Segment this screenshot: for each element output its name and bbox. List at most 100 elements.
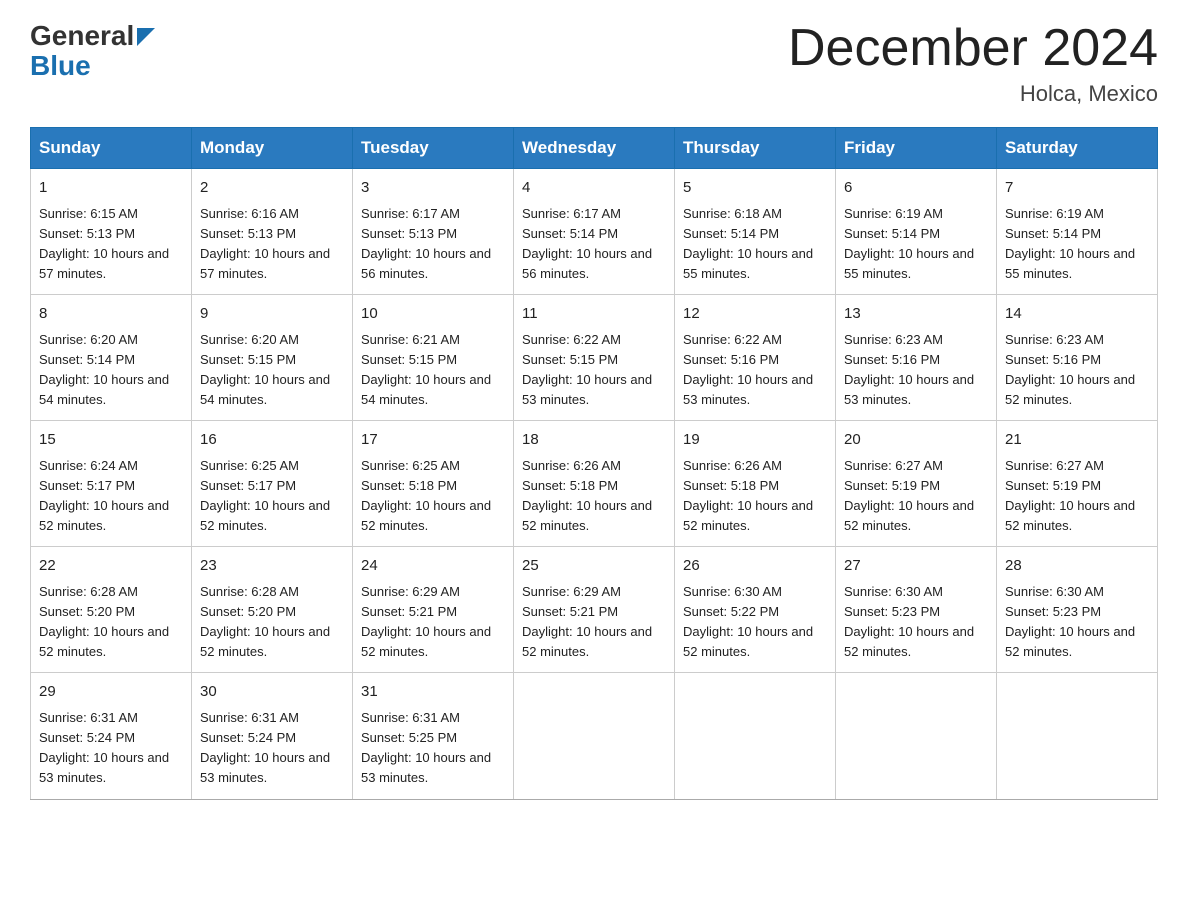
day-number: 27: [844, 555, 988, 578]
calendar-cell: 10 Sunrise: 6:21 AMSunset: 5:15 PMDayligh…: [353, 295, 514, 421]
logo-arrow-icon: [137, 28, 155, 46]
day-info: Sunrise: 6:28 AMSunset: 5:20 PMDaylight:…: [200, 584, 330, 659]
col-header-monday: Monday: [192, 128, 353, 169]
page-header: General Blue December 2024 Holca, Mexico: [30, 20, 1158, 107]
calendar-cell: 6Sunrise: 6:19 AMSunset: 5:14 PMDaylight…: [836, 169, 997, 295]
location-text: Holca, Mexico: [788, 81, 1158, 107]
day-info: Sunrise: 6:28 AMSunset: 5:20 PMDaylight:…: [39, 584, 169, 659]
day-number: 15: [39, 429, 183, 452]
day-number: 20: [844, 429, 988, 452]
calendar-week-2: 8 Sunrise: 6:20 AMSunset: 5:14 PMDaylight…: [31, 295, 1158, 421]
day-info: Sunrise: 6:27 AMSunset: 5:19 PMDaylight:…: [1005, 458, 1135, 533]
calendar-cell: 4 Sunrise: 6:17 AMSunset: 5:14 PMDaylight…: [514, 169, 675, 295]
day-info: Sunrise: 6:20 AMSunset: 5:15 PMDaylight:…: [200, 332, 330, 407]
day-info: Sunrise: 6:23 AMSunset: 5:16 PMDaylight:…: [844, 332, 974, 407]
calendar-cell: 31 Sunrise: 6:31 AMSunset: 5:25 PMDayligh…: [353, 673, 514, 799]
day-info: Sunrise: 6:25 AMSunset: 5:18 PMDaylight:…: [361, 458, 491, 533]
calendar-cell: 7 Sunrise: 6:19 AMSunset: 5:14 PMDaylight…: [997, 169, 1158, 295]
calendar-cell: 13Sunrise: 6:23 AMSunset: 5:16 PMDayligh…: [836, 295, 997, 421]
calendar-week-3: 15Sunrise: 6:24 AMSunset: 5:17 PMDayligh…: [31, 421, 1158, 547]
calendar-cell: 29 Sunrise: 6:31 AMSunset: 5:24 PMDayligh…: [31, 673, 192, 799]
day-info: Sunrise: 6:20 AMSunset: 5:14 PMDaylight:…: [39, 332, 169, 407]
calendar-week-1: 1 Sunrise: 6:15 AMSunset: 5:13 PMDaylight…: [31, 169, 1158, 295]
calendar-header-row: SundayMondayTuesdayWednesdayThursdayFrid…: [31, 128, 1158, 169]
day-number: 24: [361, 555, 505, 578]
day-info: Sunrise: 6:25 AMSunset: 5:17 PMDaylight:…: [200, 458, 330, 533]
col-header-thursday: Thursday: [675, 128, 836, 169]
col-header-wednesday: Wednesday: [514, 128, 675, 169]
day-info: Sunrise: 6:29 AMSunset: 5:21 PMDaylight:…: [522, 584, 652, 659]
day-number: 11: [522, 303, 666, 326]
day-number: 28: [1005, 555, 1149, 578]
calendar-cell: 25Sunrise: 6:29 AMSunset: 5:21 PMDayligh…: [514, 547, 675, 673]
day-info: Sunrise: 6:26 AMSunset: 5:18 PMDaylight:…: [683, 458, 813, 533]
day-info: Sunrise: 6:19 AMSunset: 5:14 PMDaylight:…: [1005, 206, 1135, 281]
day-info: Sunrise: 6:29 AMSunset: 5:21 PMDaylight:…: [361, 584, 491, 659]
day-info: Sunrise: 6:31 AMSunset: 5:24 PMDaylight:…: [39, 710, 169, 785]
day-info: Sunrise: 6:26 AMSunset: 5:18 PMDaylight:…: [522, 458, 652, 533]
calendar-cell: 24 Sunrise: 6:29 AMSunset: 5:21 PMDayligh…: [353, 547, 514, 673]
day-info: Sunrise: 6:17 AMSunset: 5:14 PMDaylight:…: [522, 206, 652, 281]
day-info: Sunrise: 6:18 AMSunset: 5:14 PMDaylight:…: [683, 206, 813, 281]
day-info: Sunrise: 6:16 AMSunset: 5:13 PMDaylight:…: [200, 206, 330, 281]
col-header-saturday: Saturday: [997, 128, 1158, 169]
calendar-cell: 5 Sunrise: 6:18 AMSunset: 5:14 PMDaylight…: [675, 169, 836, 295]
calendar-cell: 18Sunrise: 6:26 AMSunset: 5:18 PMDayligh…: [514, 421, 675, 547]
day-number: 17: [361, 429, 505, 452]
calendar-cell: [997, 673, 1158, 799]
day-number: 22: [39, 555, 183, 578]
day-number: 14: [1005, 303, 1149, 326]
calendar-cell: [514, 673, 675, 799]
day-info: Sunrise: 6:30 AMSunset: 5:22 PMDaylight:…: [683, 584, 813, 659]
day-number: 23: [200, 555, 344, 578]
col-header-sunday: Sunday: [31, 128, 192, 169]
day-number: 8: [39, 303, 183, 326]
title-section: December 2024 Holca, Mexico: [788, 20, 1158, 107]
month-title: December 2024: [788, 20, 1158, 77]
day-info: Sunrise: 6:15 AMSunset: 5:13 PMDaylight:…: [39, 206, 169, 281]
day-number: 2: [200, 177, 344, 200]
calendar-cell: 30 Sunrise: 6:31 AMSunset: 5:24 PMDayligh…: [192, 673, 353, 799]
calendar-cell: 8 Sunrise: 6:20 AMSunset: 5:14 PMDaylight…: [31, 295, 192, 421]
calendar-week-4: 22 Sunrise: 6:28 AMSunset: 5:20 PMDayligh…: [31, 547, 1158, 673]
day-info: Sunrise: 6:31 AMSunset: 5:24 PMDaylight:…: [200, 710, 330, 785]
day-number: 10: [361, 303, 505, 326]
day-number: 5: [683, 177, 827, 200]
day-number: 31: [361, 681, 505, 704]
day-number: 21: [1005, 429, 1149, 452]
day-number: 3: [361, 177, 505, 200]
calendar-cell: 12 Sunrise: 6:22 AMSunset: 5:16 PMDayligh…: [675, 295, 836, 421]
calendar-cell: 15Sunrise: 6:24 AMSunset: 5:17 PMDayligh…: [31, 421, 192, 547]
day-info: Sunrise: 6:22 AMSunset: 5:16 PMDaylight:…: [683, 332, 813, 407]
day-number: 7: [1005, 177, 1149, 200]
day-number: 26: [683, 555, 827, 578]
calendar-cell: [675, 673, 836, 799]
day-info: Sunrise: 6:23 AMSunset: 5:16 PMDaylight:…: [1005, 332, 1135, 407]
calendar-cell: [836, 673, 997, 799]
day-number: 16: [200, 429, 344, 452]
day-number: 29: [39, 681, 183, 704]
day-number: 30: [200, 681, 344, 704]
day-number: 1: [39, 177, 183, 200]
day-info: Sunrise: 6:30 AMSunset: 5:23 PMDaylight:…: [844, 584, 974, 659]
calendar-cell: 16 Sunrise: 6:25 AMSunset: 5:17 PMDayligh…: [192, 421, 353, 547]
day-number: 12: [683, 303, 827, 326]
calendar-cell: 19Sunrise: 6:26 AMSunset: 5:18 PMDayligh…: [675, 421, 836, 547]
day-info: Sunrise: 6:17 AMSunset: 5:13 PMDaylight:…: [361, 206, 491, 281]
day-info: Sunrise: 6:31 AMSunset: 5:25 PMDaylight:…: [361, 710, 491, 785]
day-number: 9: [200, 303, 344, 326]
calendar-cell: 3 Sunrise: 6:17 AMSunset: 5:13 PMDaylight…: [353, 169, 514, 295]
logo: General Blue: [30, 20, 155, 82]
day-info: Sunrise: 6:30 AMSunset: 5:23 PMDaylight:…: [1005, 584, 1135, 659]
calendar-cell: 22 Sunrise: 6:28 AMSunset: 5:20 PMDayligh…: [31, 547, 192, 673]
day-number: 4: [522, 177, 666, 200]
calendar-week-5: 29 Sunrise: 6:31 AMSunset: 5:24 PMDayligh…: [31, 673, 1158, 799]
col-header-tuesday: Tuesday: [353, 128, 514, 169]
day-info: Sunrise: 6:27 AMSunset: 5:19 PMDaylight:…: [844, 458, 974, 533]
calendar-cell: 14 Sunrise: 6:23 AMSunset: 5:16 PMDayligh…: [997, 295, 1158, 421]
day-info: Sunrise: 6:21 AMSunset: 5:15 PMDaylight:…: [361, 332, 491, 407]
calendar-cell: 20 Sunrise: 6:27 AMSunset: 5:19 PMDayligh…: [836, 421, 997, 547]
calendar-cell: 23 Sunrise: 6:28 AMSunset: 5:20 PMDayligh…: [192, 547, 353, 673]
calendar-cell: 11Sunrise: 6:22 AMSunset: 5:15 PMDayligh…: [514, 295, 675, 421]
calendar-cell: 26 Sunrise: 6:30 AMSunset: 5:22 PMDayligh…: [675, 547, 836, 673]
